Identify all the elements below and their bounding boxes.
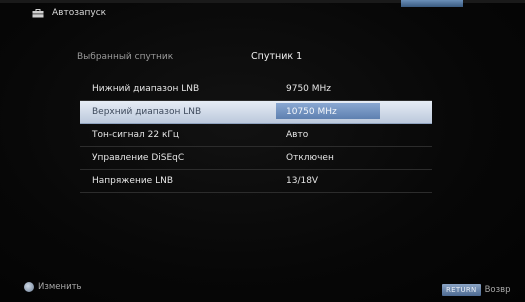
screen-title: Автозапуск xyxy=(52,8,107,18)
setting-row-lnb-high[interactable]: Верхний диапазон LNB 10750 MHz xyxy=(80,101,432,124)
selected-satellite-label: Выбранный спутник xyxy=(77,52,174,62)
setting-label: Тон-сигнал 22 кГц xyxy=(92,130,180,140)
header: Автозапуск xyxy=(32,8,106,18)
briefcase-icon xyxy=(32,8,44,18)
setting-row-tone-22khz[interactable]: Тон-сигнал 22 кГц Авто xyxy=(80,124,432,147)
setting-value: 9750 MHz xyxy=(286,84,332,94)
selected-satellite-value: Спутник 1 xyxy=(251,51,303,62)
change-hint[interactable]: Изменить xyxy=(24,282,82,292)
settings-list: Нижний диапазон LNB 9750 MHz Верхний диа… xyxy=(80,78,432,193)
return-label: Возвр xyxy=(484,285,511,295)
enter-button-icon xyxy=(24,282,34,292)
return-hint[interactable]: RETURN Возвр xyxy=(442,284,511,296)
setting-label: Напряжение LNB xyxy=(92,176,173,186)
setting-value: 10750 MHz xyxy=(286,107,337,117)
setting-row-diseqc[interactable]: Управление DiSEqC Отключен xyxy=(80,147,432,170)
return-button[interactable]: RETURN xyxy=(442,284,481,296)
setting-label: Управление DiSEqC xyxy=(92,153,185,163)
setting-row-lnb-low[interactable]: Нижний диапазон LNB 9750 MHz xyxy=(80,78,432,101)
change-label: Изменить xyxy=(38,282,82,292)
setting-label: Нижний диапазон LNB xyxy=(92,84,200,94)
setting-value: 13/18V xyxy=(286,176,319,186)
autostart-screen: Автозапуск Выбранный спутник Спутник 1 Н… xyxy=(0,0,525,302)
top-bar-indicator xyxy=(401,0,463,7)
setting-value: Авто xyxy=(286,130,309,140)
setting-value: Отключен xyxy=(286,153,334,163)
setting-row-lnb-voltage[interactable]: Напряжение LNB 13/18V xyxy=(80,170,432,193)
setting-label: Верхний диапазон LNB xyxy=(92,107,202,117)
